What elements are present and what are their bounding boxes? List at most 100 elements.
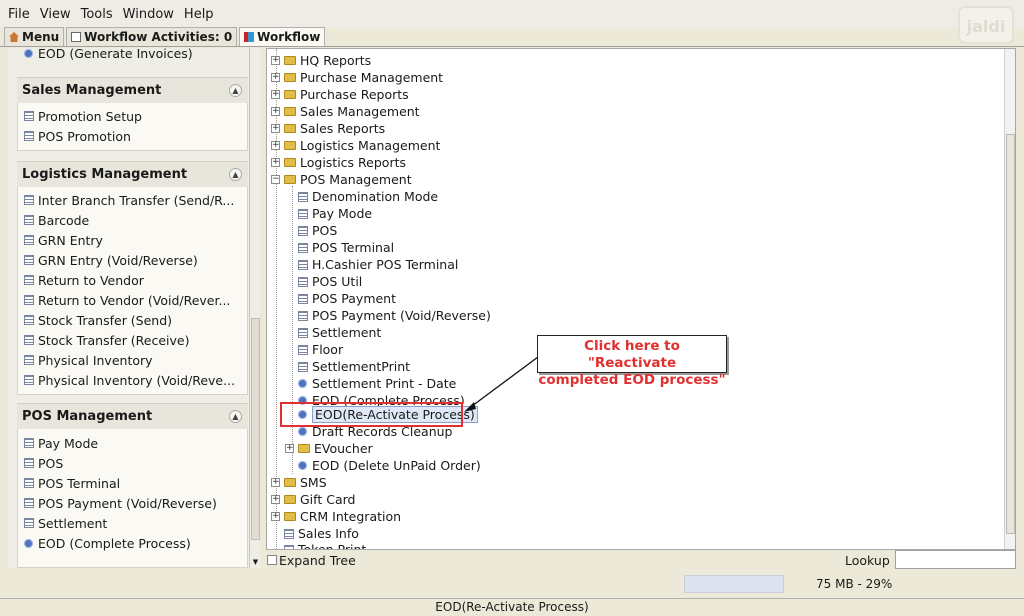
tree-node[interactable]: + HQ Reports: [271, 52, 371, 69]
tree-node[interactable]: + Sales Management: [271, 103, 420, 120]
folder-icon: [284, 107, 296, 116]
list-item-label: POS: [38, 455, 64, 471]
list-item-label: POS Terminal: [38, 475, 121, 491]
expand-icon[interactable]: +: [271, 512, 280, 521]
document-icon: [24, 458, 34, 468]
list-item[interactable]: Return to Vendor (Void/Rever...: [24, 291, 244, 309]
tree-leaf[interactable]: H.Cashier POS Terminal: [298, 256, 458, 273]
list-item[interactable]: Physical Inventory (Void/Reve...: [24, 371, 244, 389]
tree-leaf[interactable]: Token Print: [284, 541, 366, 549]
menu-help[interactable]: Help: [179, 7, 219, 22]
document-icon: [24, 335, 34, 345]
tree-leaf[interactable]: SettlementPrint: [298, 358, 410, 375]
expand-tree-checkbox[interactable]: [267, 555, 277, 565]
collapse-icon[interactable]: ▲: [229, 168, 242, 181]
scrollbar-thumb[interactable]: [251, 318, 260, 540]
tree-leaf[interactable]: Settlement Print - Date: [298, 375, 456, 392]
list-item[interactable]: Stock Transfer (Send): [24, 311, 244, 329]
tree-leaf[interactable]: Pay Mode: [298, 205, 372, 222]
list-item-label: EOD (Complete Process): [38, 535, 191, 551]
expand-icon[interactable]: +: [271, 107, 280, 116]
tree-node[interactable]: + Sales Reports: [271, 120, 385, 137]
expand-icon[interactable]: +: [271, 158, 280, 167]
tab-workflow[interactable]: Workflow: [239, 27, 326, 46]
scroll-down-icon[interactable]: ▼: [250, 557, 260, 568]
document-icon: [298, 327, 308, 338]
expand-icon[interactable]: +: [271, 56, 280, 65]
list-item[interactable]: Physical Inventory: [24, 351, 244, 369]
tree-node[interactable]: + Logistics Reports: [271, 154, 406, 171]
list-item[interactable]: GRN Entry (Void/Reverse): [24, 251, 244, 269]
list-item[interactable]: Promotion Setup: [24, 107, 244, 125]
tree-leaf[interactable]: Denomination Mode: [298, 188, 438, 205]
tab-menu[interactable]: Menu: [4, 27, 65, 46]
expand-icon[interactable]: +: [271, 495, 280, 504]
tree-leaf[interactable]: Settlement: [298, 324, 381, 341]
left-menu-panel: EOD (Generate Invoices) Sales Management…: [8, 48, 260, 568]
tree-node[interactable]: + Purchase Reports: [271, 86, 409, 103]
tree-leaf[interactable]: Sales Info: [284, 525, 359, 542]
list-item[interactable]: Return to Vendor: [24, 271, 244, 289]
tree-node-pos-management[interactable]: − POS Management: [271, 171, 412, 188]
tree-node[interactable]: + CRM Integration: [271, 508, 401, 525]
section-header-pos[interactable]: POS Management ▲: [17, 403, 248, 429]
tree-node[interactable]: + Logistics Management: [271, 137, 440, 154]
tab-workflow-activities[interactable]: Workflow Activities: 0: [66, 27, 238, 46]
expand-icon[interactable]: +: [271, 124, 280, 133]
list-item[interactable]: EOD (Complete Process): [24, 534, 244, 552]
list-item[interactable]: POS Terminal: [24, 474, 244, 492]
list-item[interactable]: EOD (Generate Invoices): [24, 48, 244, 62]
tree-node[interactable]: + Gift Card: [271, 491, 355, 508]
list-item[interactable]: Inter Branch Transfer (Send/R...: [24, 191, 244, 209]
section-header-logistics[interactable]: Logistics Management ▲: [17, 161, 248, 187]
expand-icon[interactable]: +: [271, 141, 280, 150]
menu-window[interactable]: Window: [118, 7, 179, 22]
blank-document-icon: [284, 528, 294, 539]
document-icon: [24, 375, 34, 385]
list-item[interactable]: Settlement: [24, 514, 244, 532]
tree-leaf[interactable]: POS Payment: [298, 290, 396, 307]
list-item-label: Stock Transfer (Send): [38, 312, 173, 328]
collapse-icon[interactable]: −: [271, 175, 280, 184]
tree-node[interactable]: + EVoucher: [285, 440, 373, 457]
expand-icon[interactable]: +: [271, 478, 280, 487]
left-scrollbar[interactable]: ▼: [249, 48, 260, 568]
menu-tools[interactable]: Tools: [76, 7, 118, 22]
expand-icon[interactable]: +: [285, 444, 294, 453]
collapse-icon[interactable]: ▲: [229, 84, 242, 97]
document-icon: [24, 195, 34, 205]
tree-leaf[interactable]: POS Payment (Void/Reverse): [298, 307, 491, 324]
tree-node[interactable]: + SMS: [271, 474, 327, 491]
list-item-label: POS Promotion: [38, 128, 131, 144]
folder-icon: [298, 444, 310, 453]
tree-leaf[interactable]: POS Util: [298, 273, 362, 290]
scrollbar-thumb[interactable]: [1006, 134, 1015, 534]
list-item[interactable]: POS Promotion: [24, 127, 244, 145]
expand-icon[interactable]: +: [271, 73, 280, 82]
tree-leaf[interactable]: POS: [298, 222, 337, 239]
list-item[interactable]: Barcode: [24, 211, 244, 229]
tree-node[interactable]: + Purchase Management: [271, 69, 443, 86]
menu-view[interactable]: View: [35, 7, 76, 22]
tree-scrollbar[interactable]: [1004, 49, 1015, 549]
menu-file[interactable]: File: [3, 7, 35, 22]
list-item-label: Promotion Setup: [38, 108, 142, 124]
document-icon: [24, 275, 34, 285]
lookup-input[interactable]: [895, 550, 1016, 569]
tree-node-label: Sales Reports: [300, 121, 386, 136]
collapse-icon[interactable]: ▲: [229, 410, 242, 423]
list-item[interactable]: GRN Entry: [24, 231, 244, 249]
list-item-label: Stock Transfer (Receive): [38, 332, 190, 348]
tree-leaf[interactable]: POS Terminal: [298, 239, 394, 256]
list-item[interactable]: Stock Transfer (Receive): [24, 331, 244, 349]
tree-leaf[interactable]: EOD (Delete UnPaid Order): [298, 457, 481, 474]
tree-leaf[interactable]: Floor: [298, 341, 343, 358]
list-item[interactable]: POS Payment (Void/Reverse): [24, 494, 244, 512]
list-item[interactable]: POS: [24, 454, 244, 472]
expand-icon[interactable]: +: [271, 90, 280, 99]
tree-node-label: HQ Reports: [300, 53, 372, 68]
folder-icon: [284, 478, 296, 487]
folder-icon: [284, 90, 296, 99]
list-item[interactable]: Pay Mode: [24, 434, 244, 452]
section-header-sales[interactable]: Sales Management ▲: [17, 77, 248, 103]
